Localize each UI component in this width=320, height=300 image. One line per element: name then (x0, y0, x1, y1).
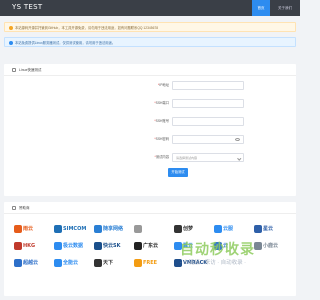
test-form-card: Linux快速测试 *IP地址 *SSH端口 *SSH账号 *SSH密码 *测试… (4, 64, 296, 196)
chuangmeng-logo (174, 224, 182, 233)
start-test-button[interactable]: 开始测试 (168, 168, 188, 177)
jiyun-logo (54, 241, 62, 250)
ssh-port-label: *SSH端口 (154, 101, 169, 105)
info-icon (9, 41, 13, 46)
info-notice: 本站免费提供Linux服务器测试，仅供测试使用，请勿用于违法用途。 (4, 37, 296, 47)
ssh-user-label: *SSH账号 (154, 119, 169, 123)
sponsor-logo-12[interactable]: 云 (214, 239, 254, 253)
tianxia-logo (94, 258, 102, 267)
sponsor-logo-1[interactable]: SIMCOM (54, 222, 94, 236)
chaoyue-logo (14, 258, 22, 267)
form-row-user: *SSH账号 (4, 116, 296, 126)
form-row-password: *SSH密码 (4, 134, 296, 144)
test-content-select[interactable]: 请选择测试内容 (172, 153, 244, 162)
sponsor-logo-text: HKG (23, 243, 36, 249)
sponsor-icon (12, 206, 16, 211)
guangdong-cloud-logo (134, 241, 142, 250)
hkg-logo (14, 241, 22, 250)
eye-icon[interactable] (235, 138, 240, 141)
warning-notice: 本站源码开源并托管到GitHub，本工具开源免费，请勿用于违法用途，如有问题联系… (4, 22, 296, 32)
sponsor-logo-text: 翼云 (183, 243, 194, 249)
info-notice-text: 本站免费提供Linux服务器测试，仅供测试使用，请勿用于违法用途。 (15, 41, 116, 45)
sponsor-logo-6[interactable]: 星云 (254, 222, 294, 236)
ip-input[interactable] (172, 81, 244, 90)
cloud-service-logo (214, 224, 222, 233)
blank-logo (134, 224, 142, 233)
vmrack-logo (174, 258, 182, 267)
chevron-down-icon (236, 155, 241, 160)
sponsor-logo-text: 极云数据 (63, 243, 84, 249)
rain-cloud-logo (14, 224, 22, 233)
nav-home[interactable]: 首页 (252, 0, 270, 16)
free-logo (134, 258, 142, 267)
nav-about[interactable]: 关于我们 (273, 0, 297, 16)
suixiang-logo (94, 224, 102, 233)
xingyun-logo (254, 224, 262, 233)
sponsor-logo-text: 星云 (263, 226, 274, 232)
ssh-password-input[interactable] (172, 135, 244, 144)
brand-title[interactable]: YS TEST (12, 3, 42, 11)
sponsor-logo-text: 云 (223, 243, 229, 249)
form-row-port: *SSH端口 (4, 98, 296, 108)
sponsor-logo-text: 快云SK (103, 243, 121, 249)
quanneng-logo (54, 258, 62, 267)
sponsor-logo-4[interactable]: 创梦 (174, 222, 214, 236)
sponsor-logo-8[interactable]: 极云数据 (54, 239, 94, 253)
form-row-content: *测试内容 请选择测试内容 (4, 152, 296, 162)
test-content-placeholder: 请选择测试内容 (176, 156, 198, 160)
sponsor-logo-text: 云服 (223, 226, 234, 232)
top-navbar: YS TEST 首页 关于我们 (0, 0, 300, 16)
sponsor-logo-10[interactable]: 广东云 (134, 239, 174, 253)
sponsor-logo-18[interactable]: VMRACK (174, 256, 214, 270)
sponsor-logo-text: 随享网络 (103, 226, 124, 232)
warning-icon (9, 26, 13, 31)
sponsor-logo-9[interactable]: 快云SK (94, 239, 134, 253)
terminal-icon (12, 68, 16, 73)
sponsor-logo-17[interactable]: FREE (134, 256, 174, 270)
sponsor-logo-2[interactable]: 随享网络 (94, 222, 134, 236)
sponsor-logo-text: 天下 (103, 260, 114, 266)
form-card-header: Linux快速测试 (4, 64, 296, 76)
test-content-label: *测试内容 (154, 155, 169, 159)
cloud-logo (214, 241, 222, 250)
sponsor-logo-15[interactable]: 全能云 (54, 256, 94, 270)
sponsor-logo-3[interactable] (134, 222, 174, 236)
form-title: Linux快速测试 (19, 68, 42, 72)
sponsors-card-header: 赞助商 (4, 202, 296, 214)
sponsor-logo-text: 创梦 (183, 226, 194, 232)
sponsor-logo-text: 雨云 (23, 226, 34, 232)
sponsor-logo-16[interactable]: 天下 (94, 256, 134, 270)
ssh-port-input[interactable] (172, 99, 244, 108)
sponsor-logo-text: SIMCOM (63, 226, 87, 232)
sponsor-logo-0[interactable]: 雨云 (14, 222, 54, 236)
kuaiyun-logo (94, 241, 102, 250)
sponsor-logo-text: 超越云 (23, 260, 39, 266)
sponsor-logo-11[interactable]: 翼云 (174, 239, 214, 253)
sponsor-logo-13[interactable]: 小鹿云 (254, 239, 294, 253)
simcom-logo (54, 224, 62, 233)
ssh-user-input[interactable] (172, 117, 244, 126)
xiaolu-logo (254, 241, 262, 250)
sponsor-logo-14[interactable]: 超越云 (14, 256, 54, 270)
ip-label: *IP地址 (157, 83, 169, 87)
sponsor-logo-text: FREE (143, 260, 158, 266)
sponsor-logo-text: 小鹿云 (263, 243, 279, 249)
sponsor-logo-5[interactable]: 云服 (214, 222, 254, 236)
warning-notice-text: 本站源码开源并托管到GitHub，本工具开源免费，请勿用于违法用途，如有问题联系… (15, 26, 159, 30)
ssh-password-label: *SSH密码 (154, 137, 169, 141)
sponsor-logo-text: 广东云 (143, 243, 159, 249)
yiyun-logo (174, 241, 182, 250)
sponsor-logo-7[interactable]: HKG (14, 239, 54, 253)
sponsors-title: 赞助商 (19, 206, 30, 210)
sponsor-logo-text: 全能云 (63, 260, 79, 266)
sponsor-logo-text: VMRACK (183, 260, 208, 266)
form-row-ip: *IP地址 (4, 80, 296, 90)
